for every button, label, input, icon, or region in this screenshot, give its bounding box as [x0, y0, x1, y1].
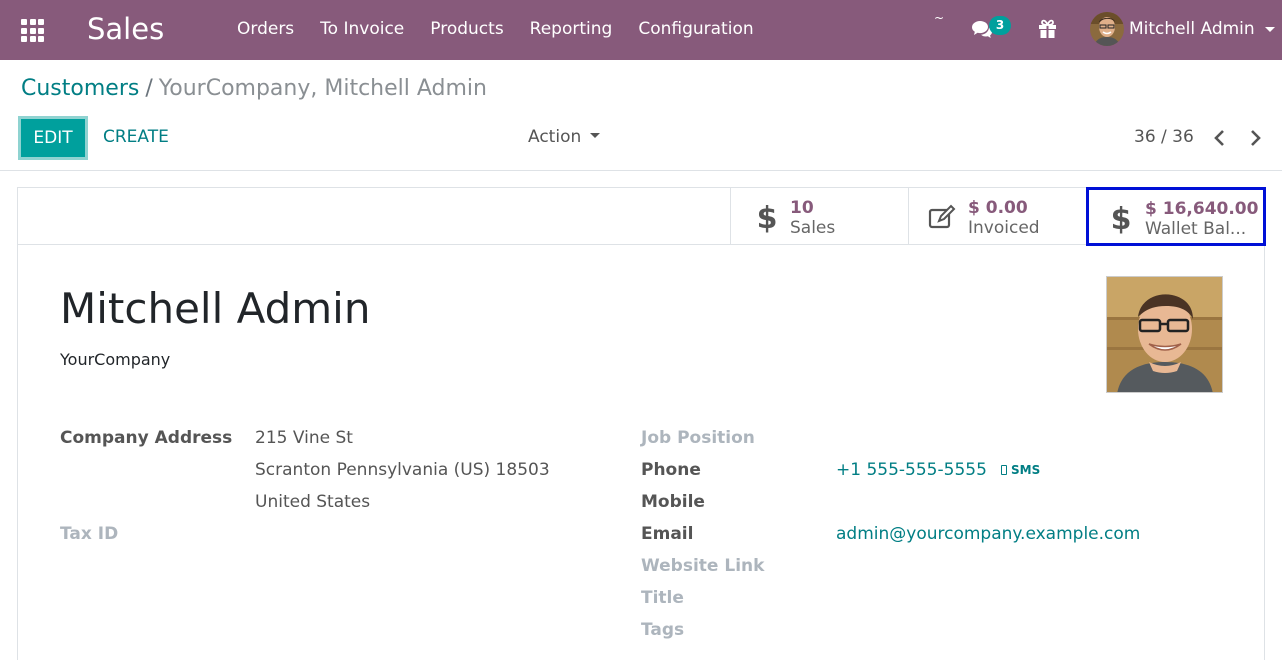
city-state-zip-field[interactable]: Scranton Pennsylvania (US) 18503: [255, 460, 550, 480]
sales-count: 10: [790, 198, 814, 218]
app-title[interactable]: Sales: [87, 12, 164, 46]
tax-id-label: Tax ID: [60, 524, 119, 544]
avatar[interactable]: [1090, 12, 1124, 46]
wallet-balance-label: Wallet Bal...: [1145, 219, 1247, 239]
wallet-balance-amount: $ 16,640.00: [1145, 199, 1259, 219]
top-navbar: Sales Orders To Invoice Products Reporti…: [0, 0, 1282, 60]
chevron-down-icon[interactable]: [1265, 27, 1275, 32]
phone-label: Phone: [641, 460, 701, 480]
caret-down-icon: [590, 132, 601, 138]
sms-label: SMS: [1011, 463, 1041, 477]
pager-value[interactable]: 36 / 36: [1134, 127, 1194, 147]
title-label: Title: [641, 588, 684, 608]
tags-label: Tags: [641, 620, 685, 640]
create-button[interactable]: CREATE: [103, 127, 169, 147]
email-label: Email: [641, 524, 694, 544]
divider: [0, 170, 1282, 171]
email-link[interactable]: admin@yourcompany.example.com: [836, 524, 1140, 544]
gift-icon[interactable]: [1038, 19, 1057, 39]
action-dropdown[interactable]: Action: [528, 127, 601, 147]
breadcrumb-customers[interactable]: Customers: [21, 76, 139, 101]
job-position-label: Job Position: [641, 428, 755, 448]
website-link-label: Website Link: [641, 556, 765, 576]
company-name[interactable]: YourCompany: [60, 350, 170, 369]
country-field[interactable]: United States: [255, 492, 370, 512]
chevron-left-icon[interactable]: [1212, 128, 1228, 148]
mobile-icon: [1001, 465, 1007, 475]
user-menu[interactable]: Mitchell Admin: [1129, 19, 1255, 39]
street-field[interactable]: 215 Vine St: [255, 428, 353, 448]
company-address-label: Company Address: [60, 428, 233, 448]
dollar-icon: $: [757, 201, 778, 233]
svg-text:$: $: [1111, 202, 1132, 234]
sales-label: Sales: [790, 218, 836, 238]
breadcrumb-separator: /: [145, 76, 153, 101]
edit-button[interactable]: EDIT: [18, 116, 88, 160]
invoiced-label: Invoiced: [968, 218, 1040, 238]
form-sheet: $ 10 Sales $ 0.00 Invoiced $ $ 16,640.00…: [17, 187, 1266, 660]
edit-icon: [928, 204, 956, 229]
messages-badge[interactable]: 3: [989, 16, 1011, 35]
menu-configuration[interactable]: Configuration: [638, 19, 753, 39]
dollar-icon: $: [1111, 202, 1132, 234]
menu-to-invoice[interactable]: To Invoice: [320, 19, 404, 39]
sales-smart-button[interactable]: $ 10 Sales: [730, 188, 909, 244]
sms-button[interactable]: SMS: [1001, 463, 1040, 477]
menu-reporting[interactable]: Reporting: [530, 19, 613, 39]
mobile-label: Mobile: [641, 492, 705, 512]
menu-products[interactable]: Products: [430, 19, 503, 39]
phone-link[interactable]: +1 555-555-5555: [836, 460, 987, 480]
action-label: Action: [528, 127, 582, 147]
invoiced-smart-button[interactable]: $ 0.00 Invoiced: [908, 188, 1087, 244]
main-menu: Orders To Invoice Products Reporting Con…: [237, 19, 780, 39]
tilde-mark: ~: [934, 11, 945, 25]
invoiced-amount: $ 0.00: [968, 198, 1028, 218]
partner-photo[interactable]: [1106, 276, 1223, 393]
chevron-right-icon[interactable]: [1247, 128, 1263, 148]
partner-name[interactable]: Mitchell Admin: [60, 284, 370, 333]
apps-grid-icon[interactable]: [21, 19, 44, 42]
wallet-balance-smart-button[interactable]: $ $ 16,640.00 Wallet Bal...: [1086, 187, 1266, 246]
breadcrumb-current: YourCompany, Mitchell Admin: [158, 76, 487, 101]
menu-orders[interactable]: Orders: [237, 19, 294, 39]
smart-buttons: $ 10 Sales $ 0.00 Invoiced $ $ 16,640.00…: [18, 187, 1266, 246]
breadcrumb: Customers / YourCompany, Mitchell Admin: [21, 76, 487, 101]
svg-text:$: $: [757, 201, 778, 233]
